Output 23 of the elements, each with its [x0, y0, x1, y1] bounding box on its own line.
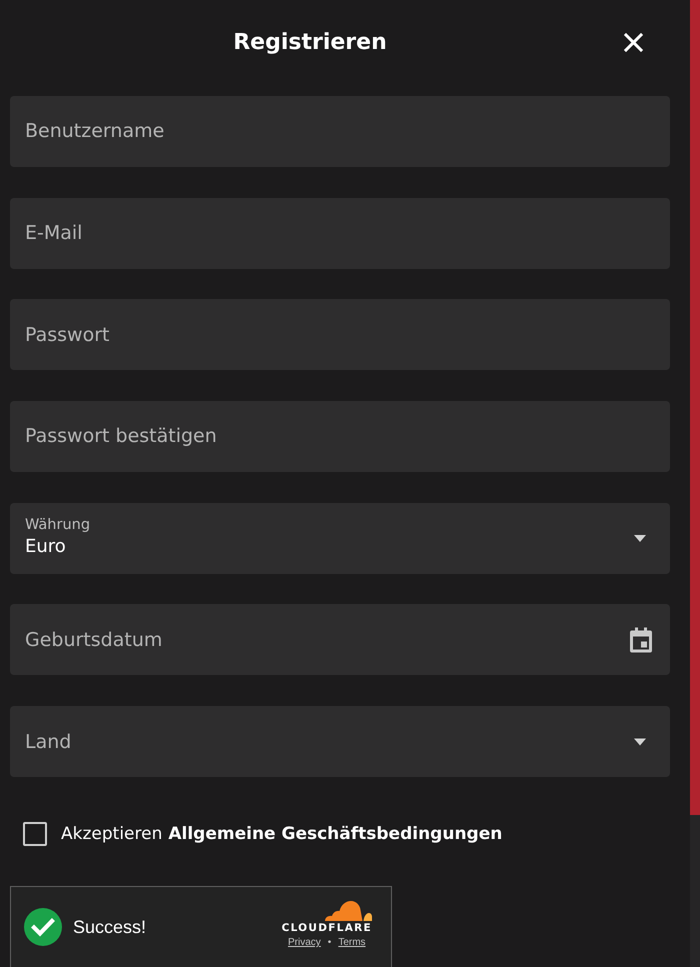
separator-dot: •	[328, 937, 332, 948]
brand-name: CLOUDFLARE	[282, 922, 372, 934]
check-circle-icon	[24, 908, 62, 946]
email-field[interactable]: E-Mail	[10, 198, 670, 269]
date-field[interactable]: Geburtsdatum	[10, 604, 670, 676]
caret-icon	[634, 534, 646, 542]
select-field[interactable]: Währung Euro	[10, 502, 670, 574]
text-field[interactable]: Benutzername	[10, 96, 670, 167]
cloud-icon	[324, 900, 372, 921]
caret-icon	[634, 738, 646, 745]
status-text: Success!	[73, 917, 146, 938]
checkbox-label: Akzeptieren	[61, 824, 162, 844]
dialog-title: Registrieren	[233, 30, 387, 56]
footer-link[interactable]: Terms	[338, 937, 366, 948]
password-field[interactable]: Passwort bestätigen	[10, 400, 670, 472]
terms-link[interactable]: Allgemeine Geschäftsbedingungen	[168, 824, 502, 844]
scrollbar-thumb[interactable]	[690, 0, 700, 815]
checkbox[interactable]	[23, 822, 47, 846]
calendar-icon	[630, 627, 652, 652]
select-field[interactable]: Land	[10, 706, 670, 777]
password-field[interactable]: Passwort	[10, 299, 670, 370]
close-icon	[624, 33, 642, 52]
footer-link[interactable]: Privacy	[288, 937, 321, 948]
